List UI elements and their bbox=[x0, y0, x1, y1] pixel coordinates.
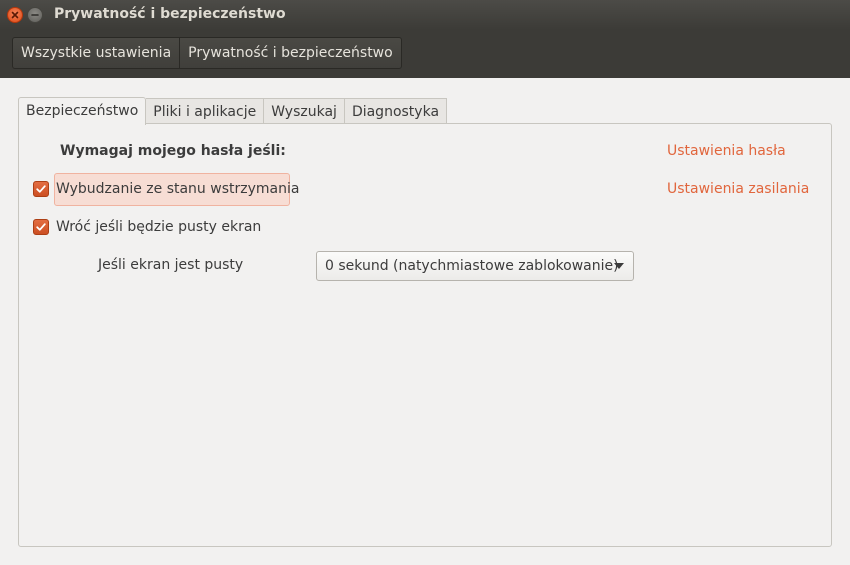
password-settings-link[interactable]: Ustawienia hasła bbox=[667, 143, 786, 159]
power-settings-link[interactable]: Ustawienia zasilania bbox=[667, 181, 809, 197]
breadcrumb-privacy[interactable]: Prywatność i bezpieczeństwo bbox=[179, 38, 401, 68]
title-bar: Prywatność i bezpieczeństwo bbox=[0, 0, 850, 30]
tab-bar: Bezpieczeństwo Pliki i aplikacje Wyszuka… bbox=[18, 97, 448, 125]
breadcrumb: Wszystkie ustawienia Prywatność i bezpie… bbox=[12, 37, 402, 69]
checkmark-icon bbox=[36, 223, 46, 231]
blank-delay-label: Jeśli ekran jest pusty bbox=[98, 257, 244, 273]
blank-delay-value: 0 sekund (natychmiastowe zablokowanie) bbox=[325, 258, 619, 274]
minimize-icon bbox=[31, 14, 39, 16]
toolbar: Wszystkie ustawienia Prywatność i bezpie… bbox=[0, 30, 850, 78]
tab-search[interactable]: Wyszukaj bbox=[264, 98, 345, 124]
settings-window: Prywatność i bezpieczeństwo Wszystkie us… bbox=[0, 0, 850, 565]
minimize-button[interactable] bbox=[27, 7, 43, 23]
tab-files-applications[interactable]: Pliki i aplikacje bbox=[146, 98, 265, 124]
tab-diagnostics[interactable]: Diagnostyka bbox=[344, 98, 448, 124]
wake-from-suspend-label[interactable]: Wybudzanie ze stanu wstrzymania bbox=[56, 181, 299, 197]
close-icon bbox=[11, 11, 19, 19]
wake-from-suspend-checkbox[interactable] bbox=[33, 181, 49, 197]
chevron-down-icon bbox=[614, 263, 624, 269]
tab-security[interactable]: Bezpieczeństwo bbox=[18, 97, 147, 125]
close-button[interactable] bbox=[7, 7, 23, 23]
return-from-blank-label[interactable]: Wróć jeśli będzie pusty ekran bbox=[56, 219, 261, 235]
password-requirement-heading: Wymagaj mojego hasła jeśli: bbox=[60, 143, 286, 159]
return-from-blank-checkbox[interactable] bbox=[33, 219, 49, 235]
window-title: Prywatność i bezpieczeństwo bbox=[54, 6, 286, 22]
blank-delay-dropdown[interactable]: 0 sekund (natychmiastowe zablokowanie) bbox=[316, 251, 634, 281]
checkmark-icon bbox=[36, 185, 46, 193]
breadcrumb-all-settings[interactable]: Wszystkie ustawienia bbox=[13, 38, 179, 68]
